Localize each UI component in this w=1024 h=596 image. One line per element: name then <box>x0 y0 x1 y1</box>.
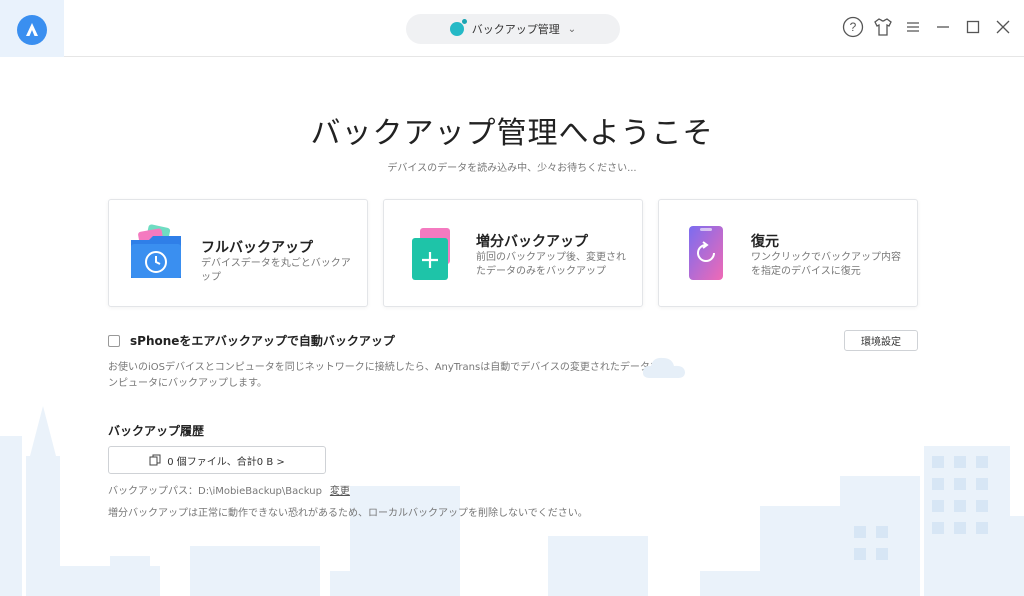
restore-icon <box>689 226 723 280</box>
window-controls: ? <box>842 16 1014 38</box>
minimize-icon[interactable] <box>932 16 954 38</box>
close-icon[interactable] <box>992 16 1014 38</box>
app-logo-icon[interactable] <box>17 15 47 45</box>
backup-path-value: D:\iMobieBackup\Backup <box>198 486 322 497</box>
incremental-backup-icon <box>412 228 450 280</box>
chevron-down-icon: ⌄ <box>567 23 577 35</box>
backup-path-label: バックアップパス：D:\iMobieBackup\Backup <box>108 486 322 497</box>
copy-icon <box>149 454 161 466</box>
backup-history-title: バックアップ履歴 <box>108 424 205 438</box>
tshirt-icon[interactable] <box>872 16 894 38</box>
auto-backup-label[interactable]: sPhoneをエアバックアップで自動バックアップ <box>130 332 395 349</box>
card-description: 前回のバックアップ後、変更されたデータのみをバックアップ <box>476 252 626 277</box>
card-title: フルバックアップ <box>201 240 313 256</box>
page-title: バックアップ管理へようこそ <box>310 116 714 151</box>
svg-text:?: ? <box>850 20 857 34</box>
preferences-button[interactable]: 環境設定 <box>844 330 918 351</box>
change-path-link[interactable]: 変更 <box>330 482 350 497</box>
backup-manager-icon <box>449 19 467 36</box>
card-title: 増分バックアップ <box>476 234 588 250</box>
auto-backup-description: お使いのiOSデバイスとコンピュータを同じネットワークに接続したら、AnyTra… <box>108 362 670 389</box>
card-description: ワンクリックでバックアップ内容を指定のデバイスに復元 <box>751 252 901 277</box>
card-title: 復元 <box>751 234 779 250</box>
question-circle-icon[interactable]: ? <box>842 16 864 38</box>
full-backup-icon <box>131 224 181 278</box>
backup-warning: 増分バックアップは正常に動作できない恐れがあるため、ローカルバックアップを削除し… <box>108 508 588 519</box>
backup-files-button[interactable]: 0 個ファイル、合計0 B > <box>108 446 326 474</box>
title-bar: バックアップ管理 ⌄ ? <box>0 0 1024 57</box>
incremental-backup-card[interactable]: 増分バックアップ 前回のバックアップ後、変更されたデータのみをバックアップ <box>383 199 643 307</box>
auto-backup-checkbox[interactable] <box>108 334 120 347</box>
loading-subtitle: デバイスのデータを読み込み中、少々お待ちください... <box>387 163 637 174</box>
mode-selector[interactable]: バックアップ管理 ⌄ <box>406 14 620 44</box>
cloud-icon <box>642 357 685 378</box>
backup-files-label: 0 個ファイル、合計0 B > <box>167 456 285 468</box>
app-logo-area <box>0 0 64 57</box>
restore-card[interactable]: 復元 ワンクリックでバックアップ内容を指定のデバイスに復元 <box>658 199 918 307</box>
card-description: デバイスデータを丸ごとバックアップ <box>201 258 351 283</box>
mode-label: バックアップ管理 <box>471 23 560 36</box>
hamburger-icon[interactable] <box>902 16 924 38</box>
backup-path-row: バックアップパス：D:\iMobieBackup\Backup 変更 <box>108 482 350 497</box>
maximize-icon[interactable] <box>962 16 984 38</box>
full-backup-card[interactable]: フルバックアップ デバイスデータを丸ごとバックアップ <box>108 199 368 307</box>
auto-backup-row: sPhoneをエアバックアップで自動バックアップ <box>108 332 395 349</box>
